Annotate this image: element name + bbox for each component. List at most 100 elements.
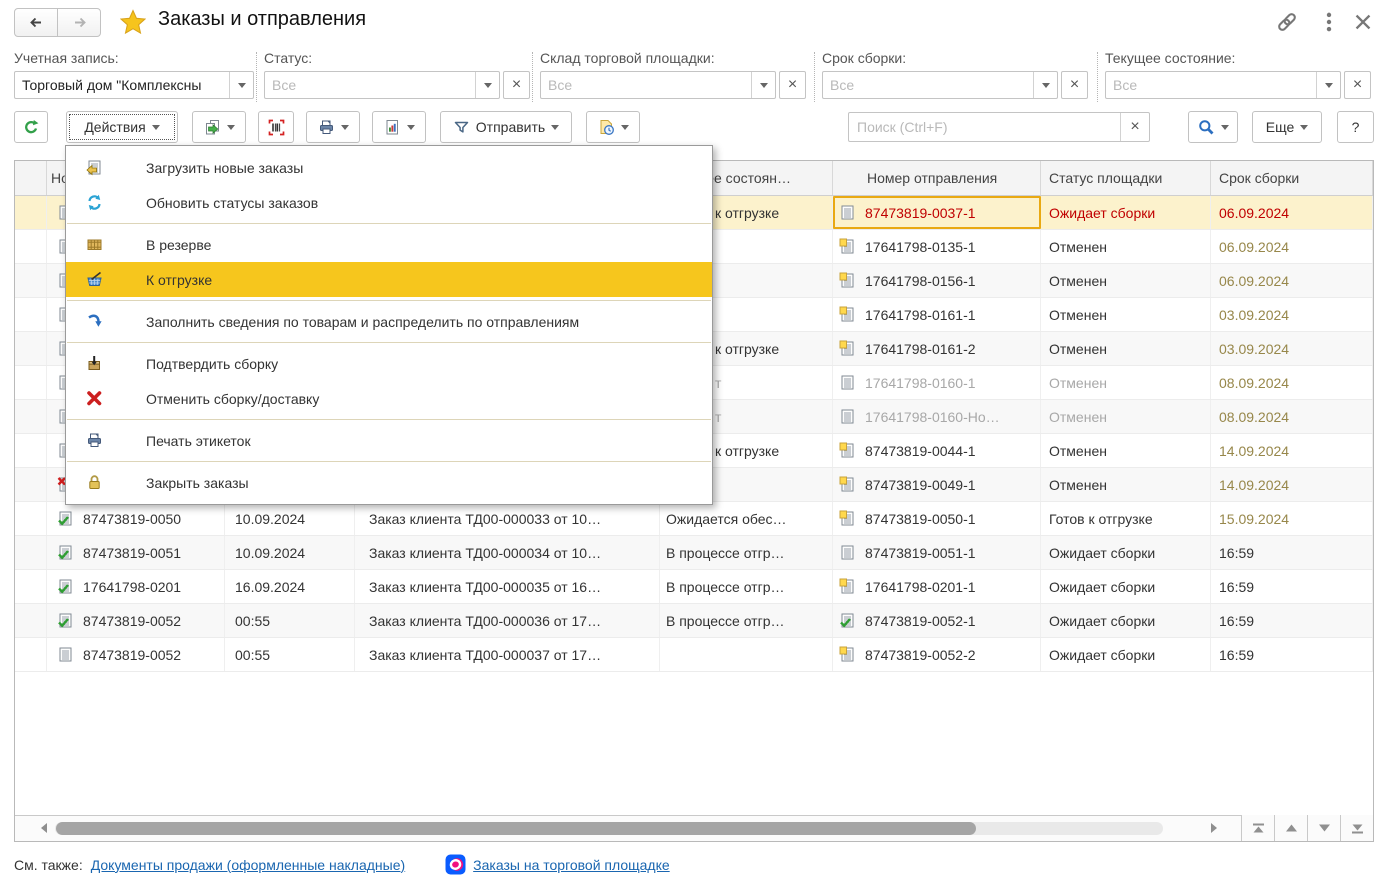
actions-button[interactable]: Действия <box>66 111 178 143</box>
cell-assembly-term[interactable]: 03.09.2024 <box>1211 298 1373 331</box>
cell-selector[interactable] <box>15 230 47 263</box>
filter-term-input[interactable]: Все <box>822 71 1058 99</box>
go-last-row-button[interactable] <box>1340 815 1373 841</box>
cell-assembly-term[interactable]: 08.09.2024 <box>1211 400 1373 433</box>
cell-base-document[interactable]: Заказ клиента ТД00-000035 от 16… <box>355 570 660 603</box>
cell-selector[interactable] <box>15 434 47 467</box>
marketplace-orders-link[interactable]: Заказы на торговой площадке <box>473 857 670 873</box>
go-next-row-button[interactable] <box>1307 815 1340 841</box>
back-button[interactable] <box>14 8 58 37</box>
cell-date[interactable]: 00:55 <box>225 604 355 637</box>
filter-status-clear-button[interactable]: × <box>503 71 530 99</box>
go-prev-row-button[interactable] <box>1274 815 1307 841</box>
cell-marketplace-status[interactable]: Отменен <box>1041 468 1211 501</box>
cell-shipment-number[interactable]: 87473819-0050-1 <box>833 502 1041 535</box>
cell-shipment-number[interactable]: 87473819-0049-1 <box>833 468 1041 501</box>
search-input[interactable] <box>849 119 1120 135</box>
cell-selector[interactable] <box>15 638 47 671</box>
cell-shipment-number[interactable]: 17641798-0135-1 <box>833 230 1041 263</box>
table-row[interactable]: 17641798-0201 16.09.2024 Заказ клиента ТД0… <box>15 570 1373 604</box>
cell-selector[interactable] <box>15 536 47 569</box>
cell-marketplace-status[interactable]: Ожидает сборки <box>1041 570 1211 603</box>
cell-date[interactable]: 10.09.2024 <box>225 536 355 569</box>
filter-status-dropdown[interactable] <box>475 72 499 98</box>
print-button[interactable] <box>306 111 360 143</box>
menu-item[interactable]: Отменить сборку/доставку <box>66 381 712 416</box>
filter-term-clear-button[interactable]: × <box>1061 71 1088 99</box>
cell-shipment-number[interactable]: 17641798-0160-1 <box>833 366 1041 399</box>
barcode-scan-button[interactable] <box>258 111 294 143</box>
cell-shipment-number[interactable]: 17641798-0161-2 <box>833 332 1041 365</box>
hscroll-left-arrow[interactable] <box>41 823 47 833</box>
cell-current-state[interactable]: Ожидается обес… <box>660 502 833 535</box>
hscroll-thumb[interactable] <box>56 822 976 835</box>
cell-marketplace-status[interactable]: Отменен <box>1041 298 1211 331</box>
cell-current-state[interactable]: В процессе отгр… <box>660 536 833 569</box>
cell-shipment-number[interactable]: 17641798-0160-Но… <box>833 400 1041 433</box>
cell-shipment-number[interactable]: 87473819-0052-2 <box>833 638 1041 671</box>
search-settings-button[interactable] <box>1188 111 1238 143</box>
cell-current-state[interactable] <box>660 638 833 671</box>
cell-assembly-term[interactable]: 14.09.2024 <box>1211 468 1373 501</box>
menu-item[interactable]: Обновить статусы заказов <box>66 185 712 220</box>
report-button[interactable] <box>372 111 426 143</box>
cell-shipment-number[interactable]: 17641798-0201-1 <box>833 570 1041 603</box>
cell-selector[interactable] <box>15 570 47 603</box>
header-assembly-term[interactable]: Срок сборки <box>1211 161 1373 195</box>
cell-marketplace-status[interactable]: Отменен <box>1041 332 1211 365</box>
cell-marketplace-status[interactable]: Отменен <box>1041 230 1211 263</box>
cell-date[interactable]: 10.09.2024 <box>225 502 355 535</box>
header-marketplace-status[interactable]: Статус площадки <box>1041 161 1211 195</box>
cell-selector[interactable] <box>15 400 47 433</box>
filter-warehouse-input[interactable]: Все <box>540 71 776 99</box>
menu-item[interactable]: В резерве <box>66 227 712 262</box>
menu-item[interactable]: Печать этикеток <box>66 423 712 458</box>
cell-selector[interactable] <box>15 264 47 297</box>
cell-marketplace-status[interactable]: Отменен <box>1041 400 1211 433</box>
cell-base-document[interactable]: Заказ клиента ТД00-000034 от 10… <box>355 536 660 569</box>
more-button[interactable]: Еще <box>1252 111 1322 143</box>
cell-assembly-term[interactable]: 08.09.2024 <box>1211 366 1373 399</box>
window-menu-icon[interactable] <box>1318 11 1340 33</box>
filter-warehouse-clear-button[interactable]: × <box>779 71 806 99</box>
cell-assembly-term[interactable]: 16:59 <box>1211 604 1373 637</box>
load-orders-button[interactable] <box>192 111 246 143</box>
menu-item[interactable]: Заполнить сведения по товарам и распреде… <box>66 304 712 339</box>
cell-marketplace-status[interactable]: Отменен <box>1041 434 1211 467</box>
cell-assembly-term[interactable]: 06.09.2024 <box>1211 230 1373 263</box>
cell-marketplace-status[interactable]: Ожидает сборки <box>1041 536 1211 569</box>
favorite-star-icon[interactable] <box>120 9 146 35</box>
go-first-row-button[interactable] <box>1241 815 1274 841</box>
cell-selector[interactable] <box>15 196 47 229</box>
help-button[interactable]: ? <box>1337 111 1374 143</box>
close-icon[interactable] <box>1352 11 1374 33</box>
filter-status-input[interactable]: Все <box>264 71 500 99</box>
cell-number[interactable]: 17641798-0201 <box>47 570 225 603</box>
cell-marketplace-status[interactable]: Ожидает сборки <box>1041 604 1211 637</box>
table-row[interactable]: 87473819-0052 00:55 Заказ клиента ТД00-000… <box>15 638 1373 672</box>
filter-state-clear-button[interactable]: × <box>1344 71 1371 99</box>
refresh-button[interactable] <box>14 111 48 143</box>
cell-shipment-number[interactable]: 87473819-0037-1 <box>833 196 1041 229</box>
cell-selector[interactable] <box>15 332 47 365</box>
cell-shipment-number[interactable]: 87473819-0052-1 <box>833 604 1041 637</box>
cell-marketplace-status[interactable]: Отменен <box>1041 264 1211 297</box>
cell-assembly-term[interactable]: 06.09.2024 <box>1211 196 1373 229</box>
cell-base-document[interactable]: Заказ клиента ТД00-000033 от 10… <box>355 502 660 535</box>
cell-marketplace-status[interactable]: Готов к отгрузке <box>1041 502 1211 535</box>
menu-item[interactable]: К отгрузке <box>66 262 712 297</box>
cell-marketplace-status[interactable]: Ожидает сборки <box>1041 638 1211 671</box>
menu-item[interactable]: Загрузить новые заказы <box>66 150 712 185</box>
cell-number[interactable]: 87473819-0052 <box>47 638 225 671</box>
cell-shipment-number[interactable]: 87473819-0051-1 <box>833 536 1041 569</box>
cell-assembly-term[interactable]: 03.09.2024 <box>1211 332 1373 365</box>
table-row[interactable]: 87473819-0050 10.09.2024 Заказ клиента ТД0… <box>15 502 1373 536</box>
cell-selector[interactable] <box>15 604 47 637</box>
cell-current-state[interactable]: В процессе отгр… <box>660 604 833 637</box>
cell-date[interactable]: 00:55 <box>225 638 355 671</box>
cell-assembly-term[interactable]: 06.09.2024 <box>1211 264 1373 297</box>
cell-number[interactable]: 87473819-0050 <box>47 502 225 535</box>
cell-selector[interactable] <box>15 502 47 535</box>
cell-shipment-number[interactable]: 17641798-0156-1 <box>833 264 1041 297</box>
sales-documents-link[interactable]: Документы продажи (оформленные накладные… <box>91 857 405 873</box>
